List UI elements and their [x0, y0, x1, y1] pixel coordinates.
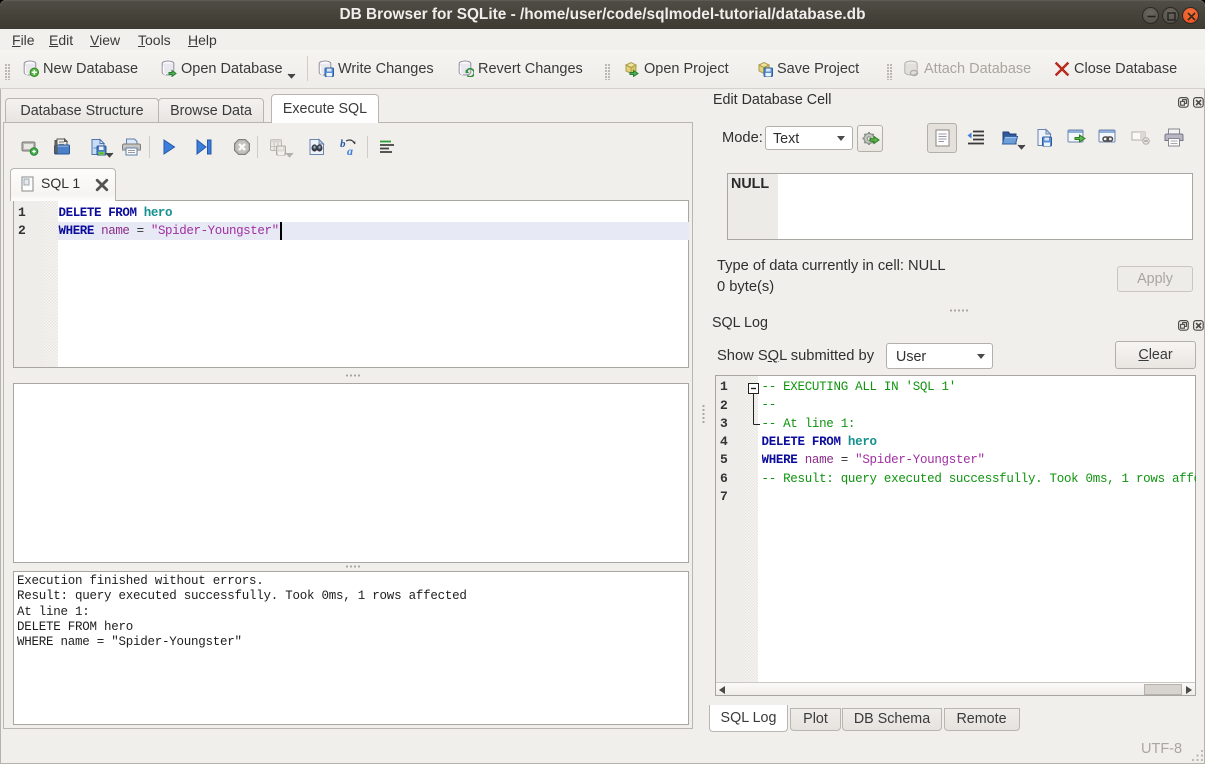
- svg-text:b: b: [340, 138, 346, 150]
- svg-text:a: a: [347, 144, 353, 157]
